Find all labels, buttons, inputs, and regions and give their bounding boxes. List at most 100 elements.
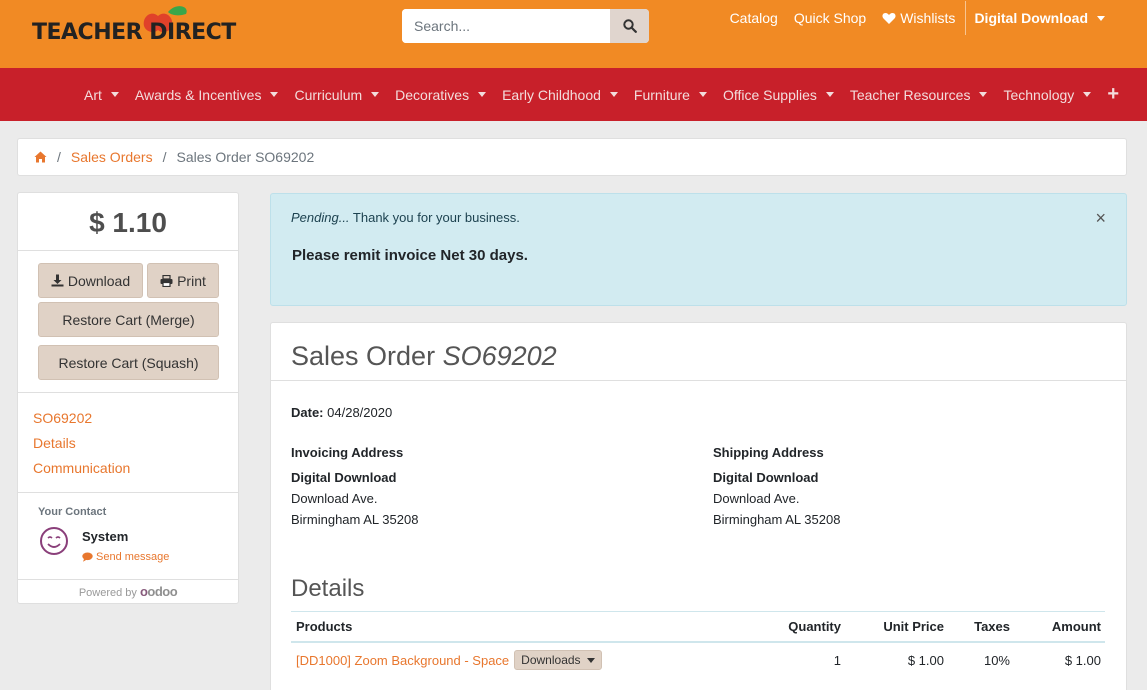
- chevron-down-icon: [825, 92, 834, 97]
- print-label: Print: [177, 272, 206, 289]
- search-input[interactable]: [402, 9, 610, 43]
- restore-cart-squash-button[interactable]: Restore Cart (Squash): [38, 345, 219, 380]
- col-amount: Amount: [1051, 619, 1101, 634]
- breadcrumb-sales-orders[interactable]: Sales Orders: [71, 149, 153, 165]
- print-button[interactable]: Print: [147, 263, 219, 298]
- page-title: Sales Order SO69202: [291, 341, 557, 372]
- breadcrumb-current: Sales Order SO69202: [176, 149, 315, 165]
- pending-alert: Pending... Thank you for your business. …: [270, 193, 1127, 306]
- odoo-text: odoo: [147, 584, 178, 599]
- top-header: TEACHER DIRECT Catalog Quick Shop Wishli…: [0, 0, 1147, 68]
- title-prefix: Sales Order: [291, 341, 443, 371]
- nav-item-early-childhood[interactable]: Early Childhood: [502, 87, 618, 103]
- shipping-city: Birmingham AL 35208: [713, 512, 841, 527]
- chevron-down-icon: [371, 92, 380, 97]
- chevron-down-icon: [478, 92, 487, 97]
- order-sidebar: $ 1.10 Download Print Restore Cart (Merg…: [17, 192, 239, 604]
- breadcrumb-separator: /: [57, 149, 61, 165]
- wishlists-link[interactable]: Wishlists: [882, 10, 955, 26]
- more-menu-plus-icon[interactable]: +: [1107, 83, 1119, 106]
- nav-item-label: Teacher Resources: [849, 86, 971, 103]
- sidebar-section-links: SO69202 Details Communication: [33, 408, 130, 483]
- top-links: Catalog Quick Shop Wishlists Digital Dow…: [714, 0, 1147, 36]
- contact-name: System: [82, 529, 129, 544]
- teacher-direct-logo[interactable]: TEACHER DIRECT: [32, 4, 252, 64]
- search-icon: [622, 19, 637, 33]
- breadcrumb: / Sales Orders / Sales Order SO69202: [17, 138, 1127, 176]
- nav-item-label: Early Childhood: [502, 86, 601, 103]
- chevron-down-icon: [979, 92, 988, 97]
- chevron-down-icon: [270, 92, 279, 97]
- divider: [271, 380, 1126, 381]
- category-menu: Art Awards & Incentives Curriculum Decor…: [68, 68, 1119, 121]
- divider: [18, 492, 238, 493]
- nav-item-technology[interactable]: Technology: [1003, 87, 1092, 103]
- nav-item-furniture[interactable]: Furniture: [634, 87, 707, 103]
- download-button[interactable]: Download: [38, 263, 143, 298]
- invoicing-name: Digital Download: [291, 470, 397, 485]
- divider: [18, 250, 238, 251]
- downloads-dropdown[interactable]: Downloads: [514, 650, 602, 670]
- account-menu[interactable]: Digital Download: [974, 10, 1105, 26]
- odoo-logo: oodoo: [139, 584, 178, 599]
- alert-status: Pending...: [291, 210, 350, 225]
- comment-icon: [82, 552, 93, 562]
- sales-order-card: Sales Order SO69202 Date: 04/28/2020 Inv…: [270, 322, 1127, 690]
- order-total: $ 1.10: [89, 207, 167, 238]
- details-heading: Details: [291, 575, 365, 602]
- category-navbar: Art Awards & Incentives Curriculum Decor…: [0, 68, 1147, 121]
- chevron-down-icon: [609, 92, 618, 97]
- powered-by-label: Powered by: [78, 587, 137, 599]
- shipping-heading: Shipping Address: [713, 445, 824, 460]
- chevron-down-icon: [1097, 15, 1105, 21]
- amount-value: $ 1.00: [1064, 652, 1101, 668]
- sidebar-link-communication[interactable]: Communication: [33, 458, 130, 483]
- sidebar-link-details[interactable]: Details: [33, 433, 130, 458]
- order-date: Date: 04/28/2020: [291, 405, 392, 420]
- product-link[interactable]: [DD1000] Zoom Background - Space: [296, 653, 509, 668]
- alert-status-line: Pending... Thank you for your business.: [291, 210, 520, 225]
- invoicing-address: Invoicing Address Digital Download Downl…: [291, 442, 418, 530]
- breadcrumb-separator: /: [162, 149, 167, 165]
- chevron-down-icon: [586, 657, 595, 663]
- alert-remit-message: Please remit invoice Net 30 days.: [292, 247, 528, 264]
- restore-cart-merge-button[interactable]: Restore Cart (Merge): [38, 302, 219, 337]
- download-icon: [51, 274, 64, 287]
- avatar: [40, 527, 68, 555]
- catalog-link[interactable]: Catalog: [730, 10, 778, 26]
- brand-name: TEACHER DIRECT: [32, 20, 236, 45]
- powered-by[interactable]: Powered by oodoo: [18, 584, 238, 599]
- nav-item-awards[interactable]: Awards & Incentives: [135, 87, 279, 103]
- nav-item-curriculum[interactable]: Curriculum: [294, 87, 380, 103]
- date-label: Date:: [291, 405, 324, 420]
- downloads-label: Downloads: [521, 653, 581, 667]
- invoicing-street: Download Ave.: [291, 491, 378, 506]
- heart-icon: [882, 12, 896, 24]
- nav-item-office-supplies[interactable]: Office Supplies: [723, 87, 834, 103]
- wishlists-label: Wishlists: [900, 10, 956, 26]
- col-unit-price: Unit Price: [883, 619, 944, 634]
- date-value: 04/28/2020: [327, 405, 393, 420]
- col-quantity: Quantity: [788, 619, 841, 634]
- table-header: Products Quantity Unit Price Taxes Amoun…: [291, 611, 1105, 643]
- sidebar-link-order[interactable]: SO69202: [33, 408, 130, 433]
- order-lines-table: Products Quantity Unit Price Taxes Amoun…: [291, 611, 1105, 677]
- table-row: [DD1000] Zoom Background - Space Downloa…: [291, 643, 1105, 677]
- nav-item-label: Furniture: [633, 86, 690, 103]
- close-icon[interactable]: ×: [1095, 208, 1106, 229]
- search-box: [402, 9, 649, 43]
- alert-thanks: Thank you for your business.: [349, 210, 520, 225]
- account-name: Digital Download: [974, 10, 1088, 26]
- home-icon[interactable]: [34, 151, 47, 163]
- unit-price-value: $ 1.00: [907, 652, 944, 668]
- nav-item-decoratives[interactable]: Decoratives: [395, 87, 487, 103]
- search-button[interactable]: [610, 9, 649, 43]
- nav-item-art[interactable]: Art: [84, 87, 119, 103]
- quick-shop-link[interactable]: Quick Shop: [794, 10, 866, 26]
- send-message-link[interactable]: Send message: [82, 551, 169, 563]
- invoicing-city: Birmingham AL 35208: [291, 512, 419, 527]
- nav-item-teacher-resources[interactable]: Teacher Resources: [850, 87, 988, 103]
- send-message-label: Send message: [96, 551, 170, 563]
- nav-item-label: Office Supplies: [722, 86, 817, 103]
- quantity-value: 1: [833, 652, 841, 668]
